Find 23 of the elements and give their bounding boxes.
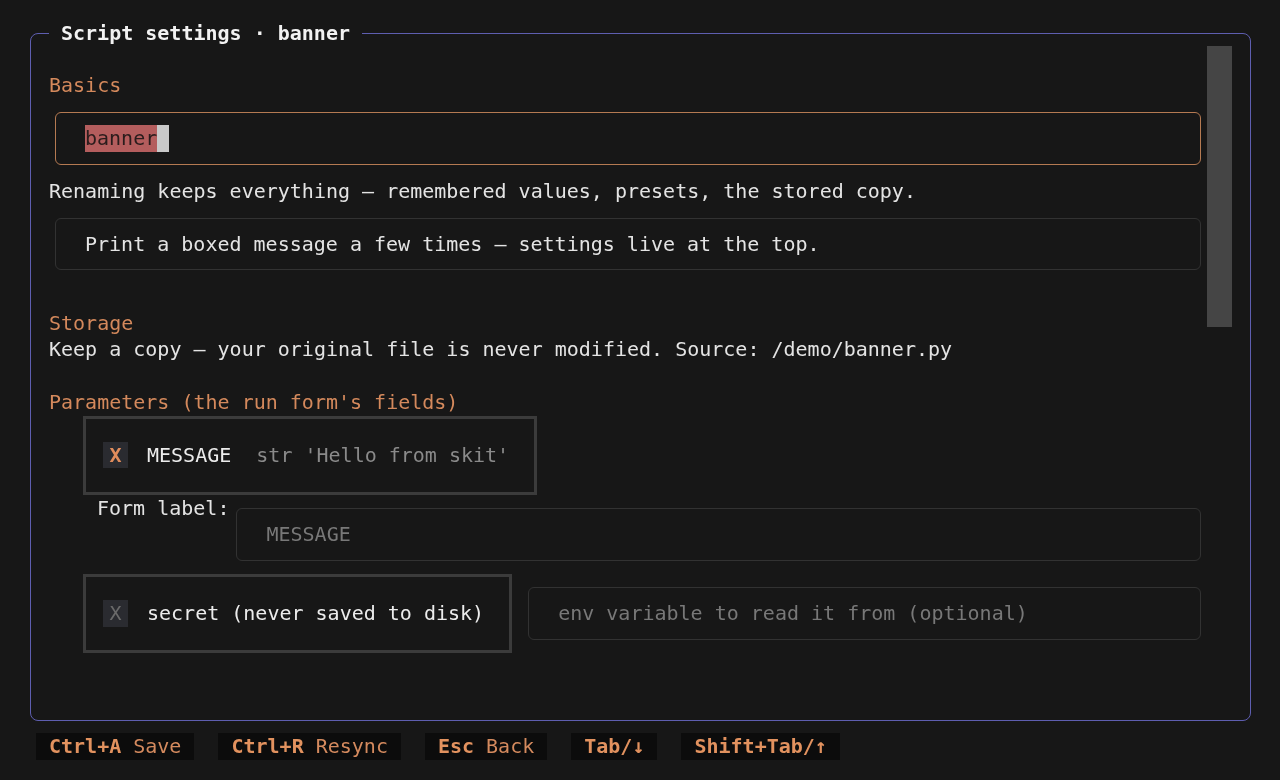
checkbox[interactable]: X — [103, 441, 128, 469]
checkbox-label: secret (never saved to disk) — [147, 600, 485, 627]
form-label: Form label: — [97, 494, 230, 522]
section-heading: Parameters (the run form's fields) — [49, 389, 459, 416]
key-binding[interactable]: Shift+Tab/↑ — [681, 733, 840, 760]
key-binding[interactable]: Ctrl+A Save — [36, 733, 195, 760]
text-cursor-icon — [157, 125, 170, 152]
parameter-default: str 'Hello from skit' — [256, 441, 510, 469]
env-variable-input[interactable]: env variable to read it from (optional) — [528, 587, 1201, 640]
section-heading: Basics — [49, 72, 122, 99]
checkbox-toggle[interactable]: X secret (never saved to disk) — [83, 573, 513, 654]
key-binding[interactable]: Tab/↓ — [571, 733, 658, 760]
section-heading: Storage — [49, 309, 134, 337]
help-text: Keep a copy — your original file is never modified. Source: /demo/banner.py — [49, 336, 953, 363]
parameter-name: MESSAGE — [147, 441, 232, 469]
description-input[interactable]: Print a boxed message a few times — settings live at the top. — [55, 217, 1201, 271]
form-label-input[interactable]: MESSAGE — [236, 507, 1201, 561]
key-binding[interactable]: Esc Back — [424, 733, 548, 760]
key-binding[interactable]: Ctrl+R Resync — [218, 733, 401, 760]
help-text: Renaming keeps everything — remembered values, presets, the stored copy. — [49, 177, 916, 205]
name-input[interactable]: banner — [55, 111, 1201, 165]
scrollbar-thumb[interactable] — [1207, 46, 1232, 327]
checkbox-toggle[interactable]: X MESSAGE str 'Hello from skit' — [83, 415, 538, 495]
